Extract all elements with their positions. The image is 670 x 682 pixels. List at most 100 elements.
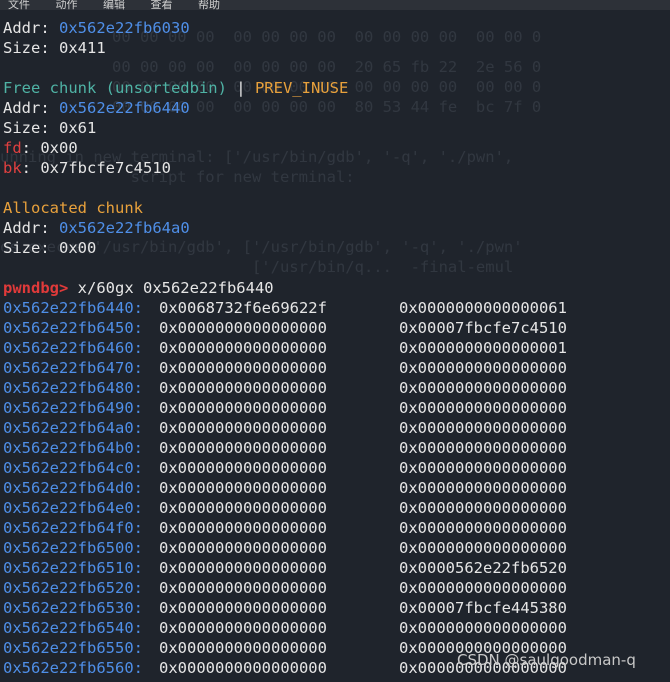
memory-value-1: 0x0000000000000000 bbox=[159, 479, 327, 497]
memory-address: 0x562e22fb6520: bbox=[3, 579, 143, 597]
separator: | bbox=[226, 79, 255, 97]
free-chunk-bk-line: bk: 0x7fbcfe7c4510 bbox=[3, 158, 670, 178]
memory-value-2: 0x0000000000000000 bbox=[399, 359, 567, 377]
pwndbg-prompt: pwndbg> bbox=[3, 279, 69, 297]
free-chunk-title: Free chunk (unsortedbin) | PREV_INUSE bbox=[3, 78, 670, 98]
memory-row: 0x562e22fb6540: 0x0000000000000000 0x00000… bbox=[3, 618, 670, 638]
memory-value-1: 0x0000000000000000 bbox=[159, 579, 327, 597]
memory-address: 0x562e22fb6490: bbox=[3, 399, 143, 417]
terminal-output[interactable]: Addr: 0x562e22fb6030 Size: 0x411 Free ch… bbox=[3, 18, 670, 678]
fd-label: fd bbox=[3, 139, 22, 157]
size-value: 0x00 bbox=[59, 239, 97, 257]
memory-value-2: 0x0000000000000000 bbox=[399, 499, 567, 517]
chunk-flag: PREV_INUSE bbox=[254, 79, 349, 97]
memory-value-2: 0x0000000000000000 bbox=[399, 539, 567, 557]
addr-label: Addr: bbox=[3, 19, 59, 37]
watermark: CSDN @saulgoodman-q bbox=[457, 651, 636, 669]
addr-value: 0x562e22fb6440 bbox=[59, 99, 190, 117]
memory-value-1: 0x0000000000000000 bbox=[159, 339, 327, 357]
memory-address: 0x562e22fb64e0: bbox=[3, 499, 143, 517]
memory-row: 0x562e22fb64f0: 0x0000000000000000 0x00000… bbox=[3, 518, 670, 538]
chunk-addr-line: Addr: 0x562e22fb6030 bbox=[3, 18, 670, 38]
memory-value-1: 0x0000000000000000 bbox=[159, 459, 327, 477]
size-label: Size: bbox=[3, 119, 59, 137]
memory-value-2: 0x0000000000000000 bbox=[399, 519, 567, 537]
memory-address: 0x562e22fb6510: bbox=[3, 559, 143, 577]
memory-address: 0x562e22fb6470: bbox=[3, 359, 143, 377]
memory-value-2: 0x0000562e22fb6520 bbox=[399, 559, 567, 577]
memory-address: 0x562e22fb64d0: bbox=[3, 479, 143, 497]
memory-value-1: 0x0000000000000000 bbox=[159, 619, 327, 637]
memory-value-2: 0x0000000000000000 bbox=[399, 439, 567, 457]
memory-value-1: 0x0000000000000000 bbox=[159, 539, 327, 557]
memory-address: 0x562e22fb6500: bbox=[3, 539, 143, 557]
memory-value-1: 0x0000000000000000 bbox=[159, 319, 327, 337]
command-text: x/60gx 0x562e22fb6440 bbox=[68, 279, 274, 297]
memory-value-2: 0x0000000000000000 bbox=[399, 479, 567, 497]
memory-value-1: 0x0068732f6e69622f bbox=[159, 299, 327, 317]
memory-row: 0x562e22fb6500: 0x0000000000000000 0x00000… bbox=[3, 538, 670, 558]
memory-address: 0x562e22fb6550: bbox=[3, 639, 143, 657]
size-label: Size: bbox=[3, 39, 59, 57]
free-chunk-addr-line: Addr: 0x562e22fb6440 bbox=[3, 98, 670, 118]
memory-row: 0x562e22fb64b0: 0x0000000000000000 0x00000… bbox=[3, 438, 670, 458]
allocated-chunk-title: Allocated chunk bbox=[3, 198, 670, 218]
bk-label: bk bbox=[3, 159, 22, 177]
memory-address: 0x562e22fb6530: bbox=[3, 599, 143, 617]
addr-label: Addr: bbox=[3, 219, 59, 237]
memory-value-1: 0x0000000000000000 bbox=[159, 359, 327, 377]
addr-label: Addr: bbox=[3, 99, 59, 117]
allocated-chunk-size-line: Size: 0x00 bbox=[3, 238, 670, 258]
free-chunk-fd-line: fd: 0x00 bbox=[3, 138, 670, 158]
memory-value-1: 0x0000000000000000 bbox=[159, 499, 327, 517]
memory-value-1: 0x0000000000000000 bbox=[159, 519, 327, 537]
menu-item-file[interactable]: 文件 bbox=[8, 0, 30, 10]
memory-row: 0x562e22fb6460: 0x0000000000000000 0x00000… bbox=[3, 338, 670, 358]
memory-address: 0x562e22fb64f0: bbox=[3, 519, 143, 537]
memory-address: 0x562e22fb64b0: bbox=[3, 439, 143, 457]
memory-value-1: 0x0000000000000000 bbox=[159, 419, 327, 437]
memory-row: 0x562e22fb6510: 0x0000000000000000 0x00005… bbox=[3, 558, 670, 578]
addr-value: 0x562e22fb64a0 bbox=[59, 219, 190, 237]
memory-value-2: 0x0000000000000061 bbox=[399, 299, 567, 317]
memory-row: 0x562e22fb6470: 0x0000000000000000 0x00000… bbox=[3, 358, 670, 378]
memory-row: 0x562e22fb64e0: 0x0000000000000000 0x00000… bbox=[3, 498, 670, 518]
memory-value-2: 0x0000000000000001 bbox=[399, 339, 567, 357]
memory-value-2: 0x0000000000000000 bbox=[399, 379, 567, 397]
memory-value-2: 0x00007fbcfe445380 bbox=[399, 599, 567, 617]
memory-row: 0x562e22fb6440: 0x0068732f6e69622f 0x00000… bbox=[3, 298, 670, 318]
memory-dump: 0x562e22fb6440: 0x0068732f6e69622f 0x00000… bbox=[3, 298, 670, 678]
chunk-type: Allocated chunk bbox=[3, 199, 143, 217]
memory-address: 0x562e22fb6440: bbox=[3, 299, 143, 317]
allocated-chunk-addr-line: Addr: 0x562e22fb64a0 bbox=[3, 218, 670, 238]
menu-item-help[interactable]: 帮助 bbox=[198, 0, 220, 10]
memory-row: 0x562e22fb6450: 0x0000000000000000 0x00007… bbox=[3, 318, 670, 338]
command-line[interactable]: pwndbg> x/60gx 0x562e22fb6440 bbox=[3, 278, 670, 298]
chunk-type: Free chunk (unsortedbin) bbox=[3, 79, 227, 97]
memory-value-2: 0x00007fbcfe7c4510 bbox=[399, 319, 567, 337]
memory-value-1: 0x0000000000000000 bbox=[159, 379, 327, 397]
addr-value: 0x562e22fb6030 bbox=[59, 19, 190, 37]
memory-value-1: 0x0000000000000000 bbox=[159, 399, 327, 417]
bk-value: : 0x7fbcfe7c4510 bbox=[21, 159, 171, 177]
memory-value-1: 0x0000000000000000 bbox=[159, 559, 327, 577]
menu-bar: 文件 动作 编辑 查看 帮助 bbox=[0, 0, 670, 10]
menu-item-view[interactable]: 查看 bbox=[151, 0, 173, 10]
memory-row: 0x562e22fb64a0: 0x0000000000000000 0x00000… bbox=[3, 418, 670, 438]
memory-address: 0x562e22fb64a0: bbox=[3, 419, 143, 437]
memory-row: 0x562e22fb6490: 0x0000000000000000 0x00000… bbox=[3, 398, 670, 418]
memory-address: 0x562e22fb6540: bbox=[3, 619, 143, 637]
memory-value-1: 0x0000000000000000 bbox=[159, 599, 327, 617]
menu-item-action[interactable]: 动作 bbox=[56, 0, 78, 10]
menu-item-edit[interactable]: 编辑 bbox=[103, 0, 125, 10]
fd-value: : 0x00 bbox=[21, 139, 78, 157]
memory-row: 0x562e22fb64d0: 0x0000000000000000 0x00000… bbox=[3, 478, 670, 498]
memory-address: 0x562e22fb6480: bbox=[3, 379, 143, 397]
memory-row: 0x562e22fb6520: 0x0000000000000000 0x00000… bbox=[3, 578, 670, 598]
memory-value-2: 0x0000000000000000 bbox=[399, 579, 567, 597]
memory-value-2: 0x0000000000000000 bbox=[399, 399, 567, 417]
memory-value-1: 0x0000000000000000 bbox=[159, 659, 327, 677]
